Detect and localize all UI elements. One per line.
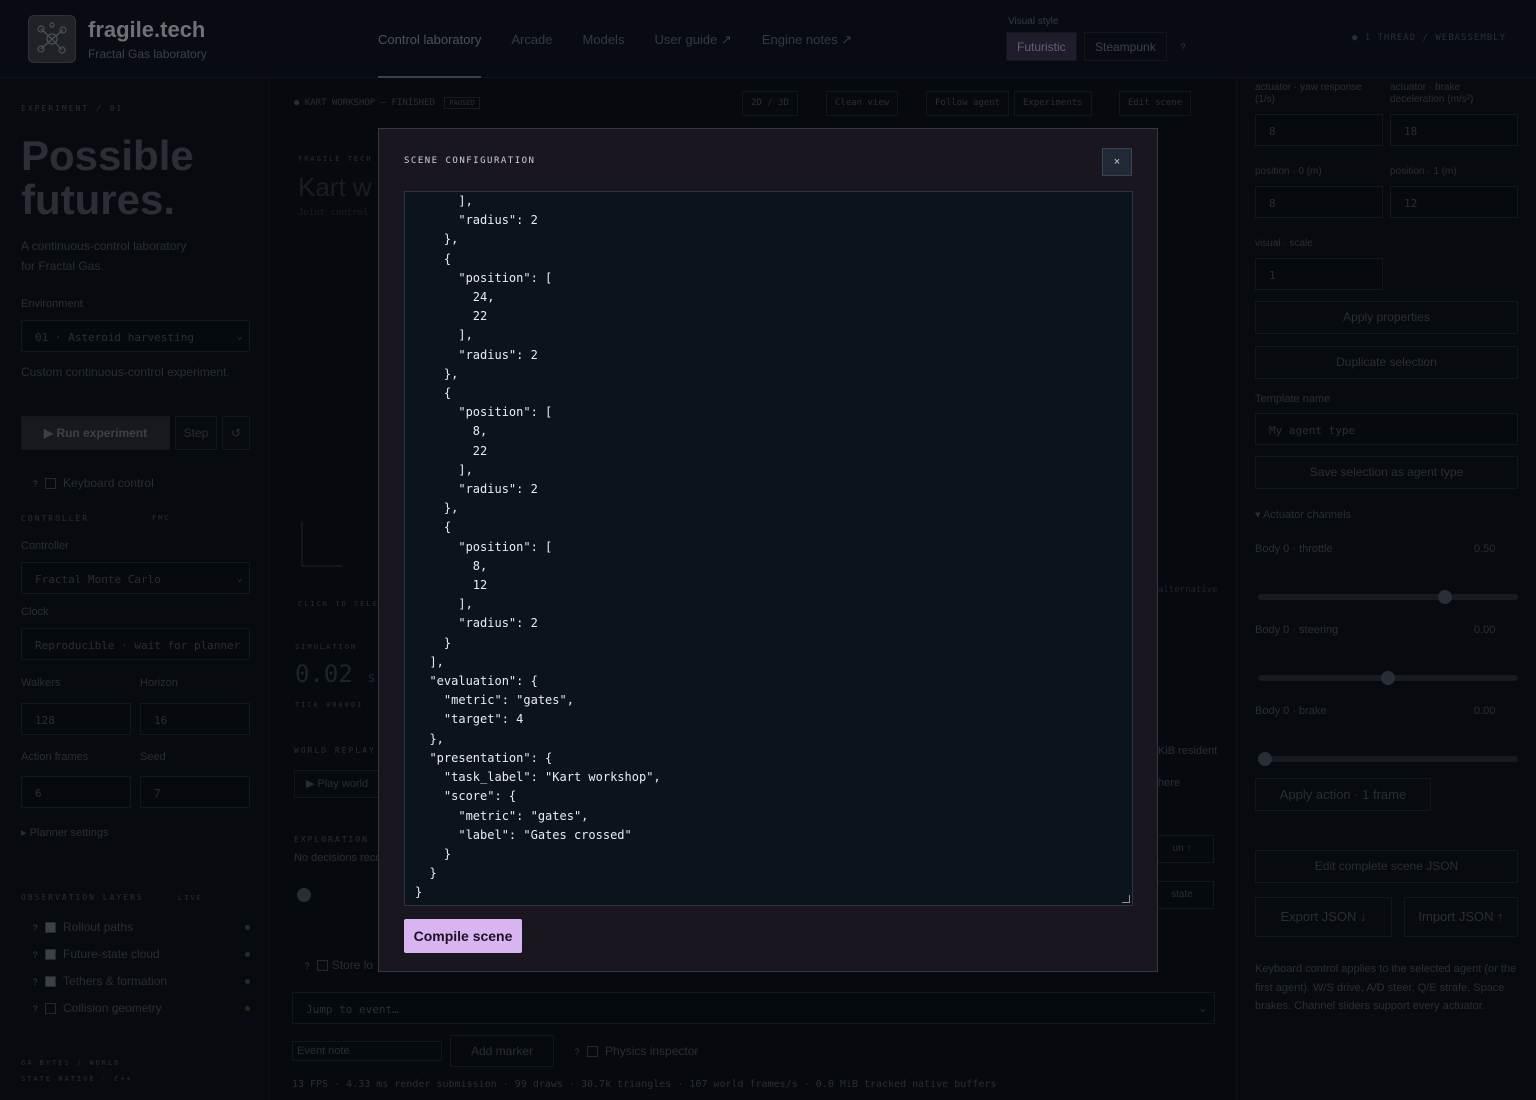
scene-json-editor[interactable]: ], "radius": 2 }, { "position": [ 24, 22… [404,191,1133,906]
json-code[interactable]: ], "radius": 2 }, { "position": [ 24, 22… [405,192,1132,903]
resize-handle-icon[interactable] [1122,895,1130,903]
compile-scene-button[interactable]: Compile scene [404,919,522,953]
modal-title: SCENE CONFIGURATION [404,156,536,166]
close-icon[interactable]: × [1102,148,1132,176]
scene-configuration-modal: SCENE CONFIGURATION × ], "radius": 2 }, … [378,128,1158,972]
